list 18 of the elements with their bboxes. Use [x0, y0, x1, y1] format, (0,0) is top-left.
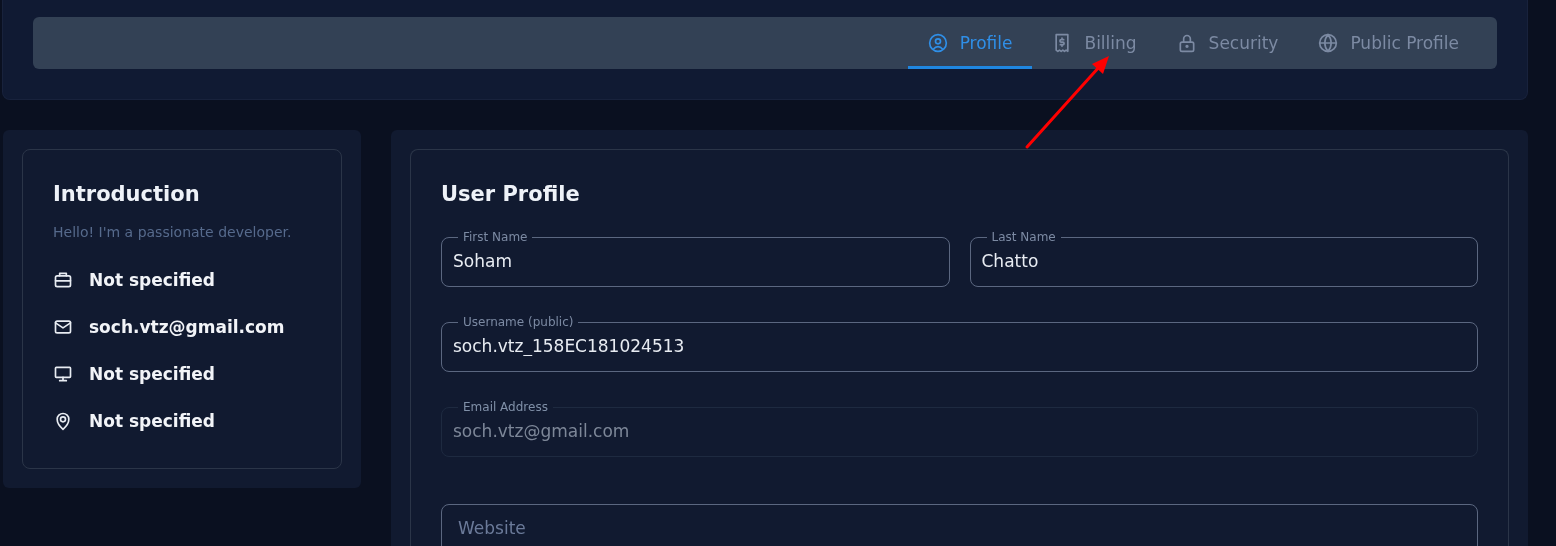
text-input[interactable]: Chatto	[981, 244, 1466, 271]
detail-text: soch.vtz@gmail.com	[89, 316, 285, 337]
input-field[interactable]: First Name Soham	[441, 230, 950, 287]
bio-text: Hello! I'm a passionate developer.	[53, 224, 293, 240]
input-field[interactable]: Last Name Chatto	[969, 230, 1478, 287]
card-title: Introduction	[53, 182, 201, 206]
user-icon	[927, 33, 948, 53]
text-input[interactable]: Website	[453, 505, 1476, 538]
section-title: User Profile	[441, 182, 581, 206]
input-field[interactable]: Website	[441, 504, 1478, 546]
text-input[interactable]: Soham	[453, 244, 938, 271]
detail-text: Not specified	[89, 410, 215, 431]
detail-text: Not specified	[89, 269, 215, 290]
input-field[interactable]: Username (public) soch.vtz_158EC181024513	[441, 315, 1478, 372]
detail-text: Not specified	[89, 363, 215, 384]
location-pin-icon	[53, 410, 73, 431]
globe-icon	[1318, 33, 1339, 53]
text-input[interactable]: soch.vtz_158EC181024513	[453, 329, 1466, 356]
